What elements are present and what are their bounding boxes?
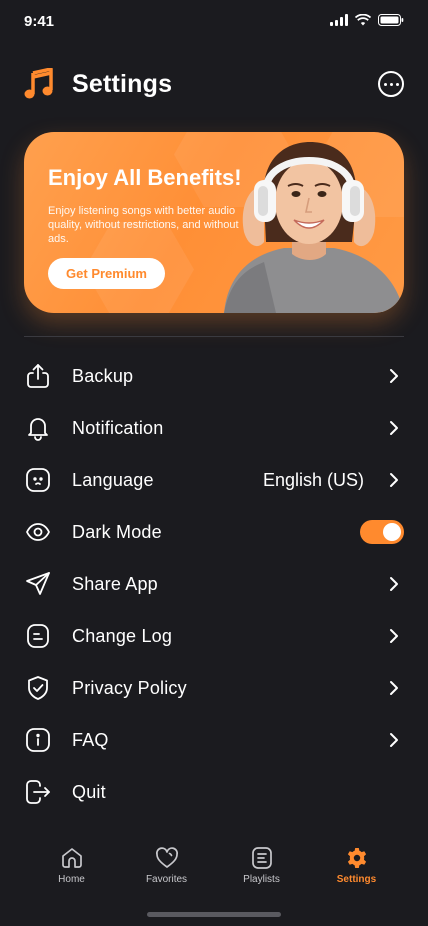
menu-item-privacy-policy[interactable]: Privacy Policy [24,662,404,714]
upload-icon [24,362,52,390]
logout-icon [24,778,52,806]
promo-description: Enjoy listening songs with better audio … [48,205,239,245]
heart-icon [155,847,178,868]
document-icon [24,622,52,650]
dot-icon [389,82,393,86]
language-icon [24,466,52,494]
menu-item-label: Privacy Policy [72,677,187,698]
menu-item-label: Dark Mode [72,521,162,542]
menu-item-quit[interactable]: Quit [24,766,404,818]
chevron-right-icon [390,681,398,695]
page-title: Settings [72,70,173,98]
menu-item-dark-mode: Dark Mode [24,506,404,558]
send-icon [24,570,52,598]
menu-item-label: Quit [72,781,106,802]
status-bar: 9:41 [0,0,428,44]
battery-icon [378,14,404,26]
header: Settings [24,66,404,106]
menu-item-backup[interactable]: Backup [24,350,404,402]
tab-favorites[interactable]: Favorites [119,846,214,896]
tab-label: Home [58,874,85,885]
menu-item-notification[interactable]: Notification [24,402,404,454]
chevron-right-icon [390,369,398,383]
signal-icon [330,14,348,26]
gear-icon [347,848,366,868]
dot-icon [395,82,399,86]
tab-label: Favorites [145,874,188,885]
chevron-right-icon [390,577,398,591]
menu-item-label: Change Log [72,625,173,646]
bell-icon [24,414,52,442]
language-value: English (US) [262,469,364,490]
menu-item-share-app[interactable]: Share App [24,558,404,610]
menu-item-label: Share App [72,573,158,594]
home-icon [61,848,82,868]
bottom-tab-bar: Home Favorites Playlists Settings [24,846,404,896]
promo-title: Enjoy All Benefits! [48,165,242,190]
home-indicator [147,912,281,917]
premium-promo-card[interactable]: Enjoy All Benefits! Enjoy listening song… [24,132,404,313]
eye-icon [24,518,52,546]
chevron-right-icon [390,473,398,487]
tab-label: Settings [336,874,377,885]
dot-icon [383,82,387,86]
settings-menu: Backup Notification Language English (US… [24,350,404,818]
dark-mode-toggle[interactable] [360,520,404,544]
chevron-right-icon [390,733,398,747]
menu-item-change-log[interactable]: Change Log [24,610,404,662]
status-icons [330,14,404,26]
more-options-button[interactable] [378,71,404,97]
info-icon [24,726,52,754]
menu-item-label: Notification [72,417,164,438]
tab-playlists[interactable]: Playlists [214,846,309,896]
get-premium-button[interactable]: Get Premium [48,258,165,289]
menu-item-language[interactable]: Language English (US) [24,454,404,506]
divider [24,336,404,337]
tab-label: Playlists [243,874,280,885]
status-time: 9:41 [24,13,55,30]
toggle-knob [383,523,401,541]
menu-item-label: Backup [72,365,134,386]
music-note-logo-icon [24,68,53,99]
menu-item-label: Language [72,469,154,490]
tab-settings[interactable]: Settings [309,846,404,896]
shield-icon [24,674,52,702]
chevron-right-icon [390,421,398,435]
menu-item-faq[interactable]: FAQ [24,714,404,766]
tab-home[interactable]: Home [24,846,119,896]
playlist-icon [251,847,272,869]
menu-item-label: FAQ [72,729,109,750]
chevron-right-icon [390,629,398,643]
wifi-icon [355,14,371,26]
